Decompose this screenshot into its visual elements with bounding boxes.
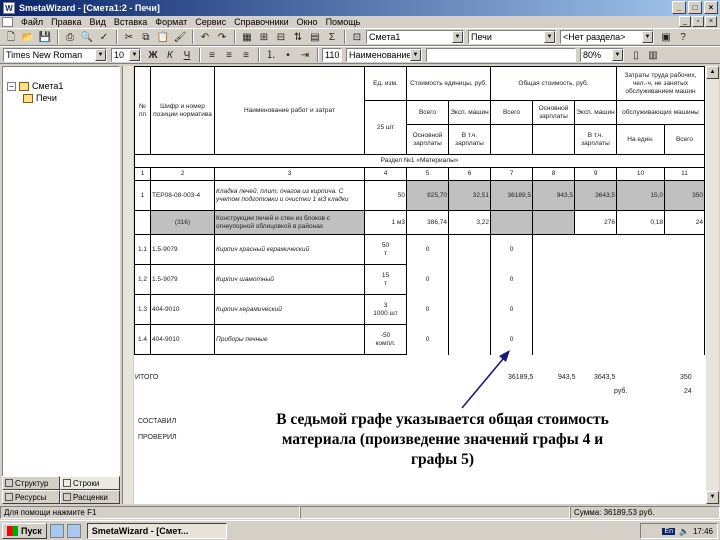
browser-icon[interactable] bbox=[49, 523, 64, 538]
clock: 17:46 bbox=[692, 526, 713, 536]
speaker-icon[interactable]: 🔈 bbox=[679, 527, 689, 536]
start-button[interactable]: Пуск bbox=[2, 522, 47, 539]
status-sum: Сумма: 36189,53 руб. bbox=[570, 506, 720, 519]
desktop-icon[interactable] bbox=[66, 523, 81, 538]
scroll-up-icon[interactable]: ▲ bbox=[706, 66, 719, 79]
scroll-down-icon[interactable]: ▼ bbox=[706, 491, 719, 504]
vertical-scrollbar[interactable]: ▲ ▼ bbox=[706, 66, 719, 504]
start-label: Пуск bbox=[21, 525, 42, 536]
status-help: Для помощи нажмите F1 bbox=[0, 506, 300, 519]
status-bar: Для помощи нажмите F1 Сумма: 36189,53 ру… bbox=[0, 506, 720, 519]
system-tray: En 🔈 17:46 bbox=[640, 523, 718, 539]
language-indicator[interactable]: En bbox=[662, 527, 675, 535]
windows-logo-icon bbox=[7, 525, 18, 536]
annotation-text: В седьмой графе указывается общая стоимо… bbox=[276, 411, 609, 468]
task-label: SmetaWizard - [Смет... bbox=[91, 525, 189, 536]
status-empty bbox=[300, 506, 570, 519]
taskbar-window-button[interactable]: SmetaWizard - [Смет... bbox=[86, 522, 227, 539]
taskbar: Пуск SmetaWizard - [Смет... En 🔈 17:46 bbox=[0, 520, 720, 540]
